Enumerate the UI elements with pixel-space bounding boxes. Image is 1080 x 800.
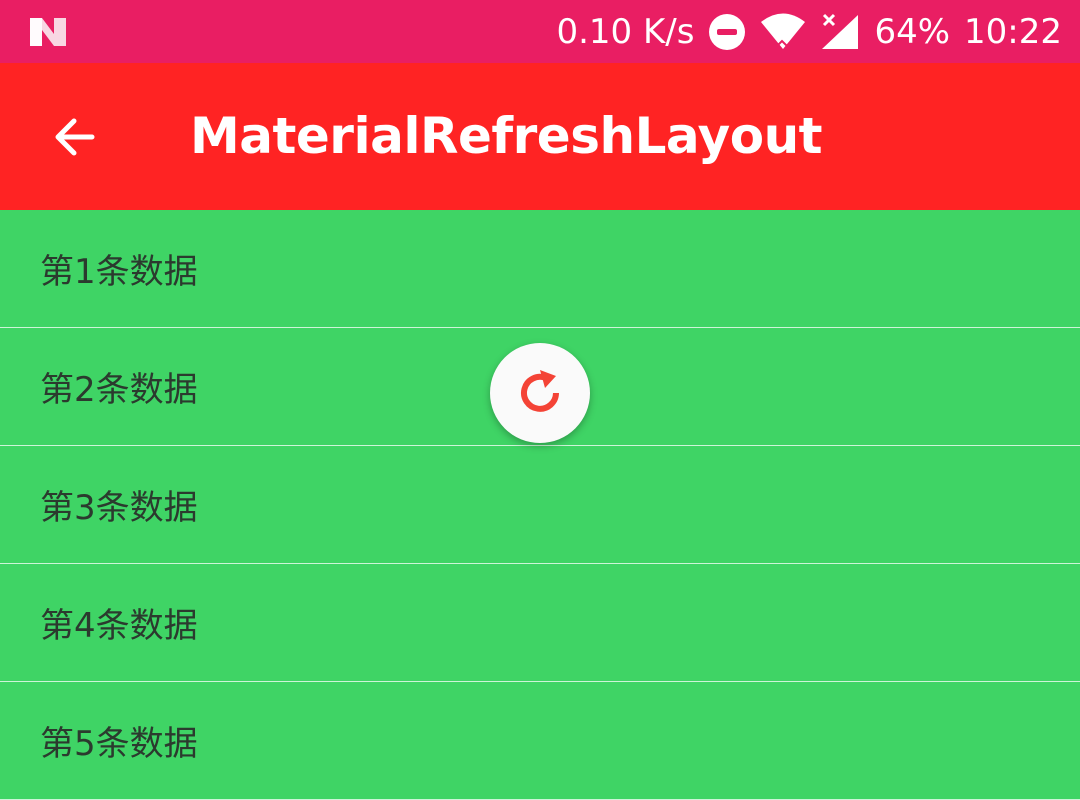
back-button[interactable]: [38, 101, 110, 173]
refresh-indicator: [490, 343, 590, 443]
list-item-label: 第5条数据: [40, 724, 198, 764]
nougat-logo-icon: [30, 18, 66, 46]
list-item-label: 第1条数据: [40, 252, 198, 292]
list-item-label: 第4条数据: [40, 606, 198, 646]
app-bar: MaterialRefreshLayout: [0, 63, 1080, 210]
list-item[interactable]: 第4条数据: [0, 564, 1080, 682]
battery-level: 64%: [874, 11, 951, 52]
status-bar: 0.10 K/s 64% 10:22: [0, 0, 1080, 63]
data-list[interactable]: 第1条数据 第2条数据 第3条数据 第4条数据 第5条数据: [0, 210, 1080, 800]
clock: 10:22: [964, 11, 1062, 52]
page-title: MaterialRefreshLayout: [190, 107, 823, 165]
cell-signal-icon: [822, 13, 859, 49]
wifi-icon: [761, 13, 806, 49]
list-item-label: 第2条数据: [40, 370, 198, 410]
arrow-left-icon: [55, 118, 95, 156]
list-item-label: 第3条数据: [40, 488, 198, 528]
list-item[interactable]: 第3条数据: [0, 446, 1080, 564]
status-icons: 0.10 K/s 64% 10:22: [556, 0, 1062, 63]
list-item[interactable]: 第5条数据: [0, 682, 1080, 800]
network-speed: 0.10 K/s: [556, 11, 695, 52]
refresh-icon: [521, 370, 559, 412]
list-item[interactable]: 第1条数据: [0, 210, 1080, 328]
do-not-disturb-icon: [709, 13, 746, 50]
